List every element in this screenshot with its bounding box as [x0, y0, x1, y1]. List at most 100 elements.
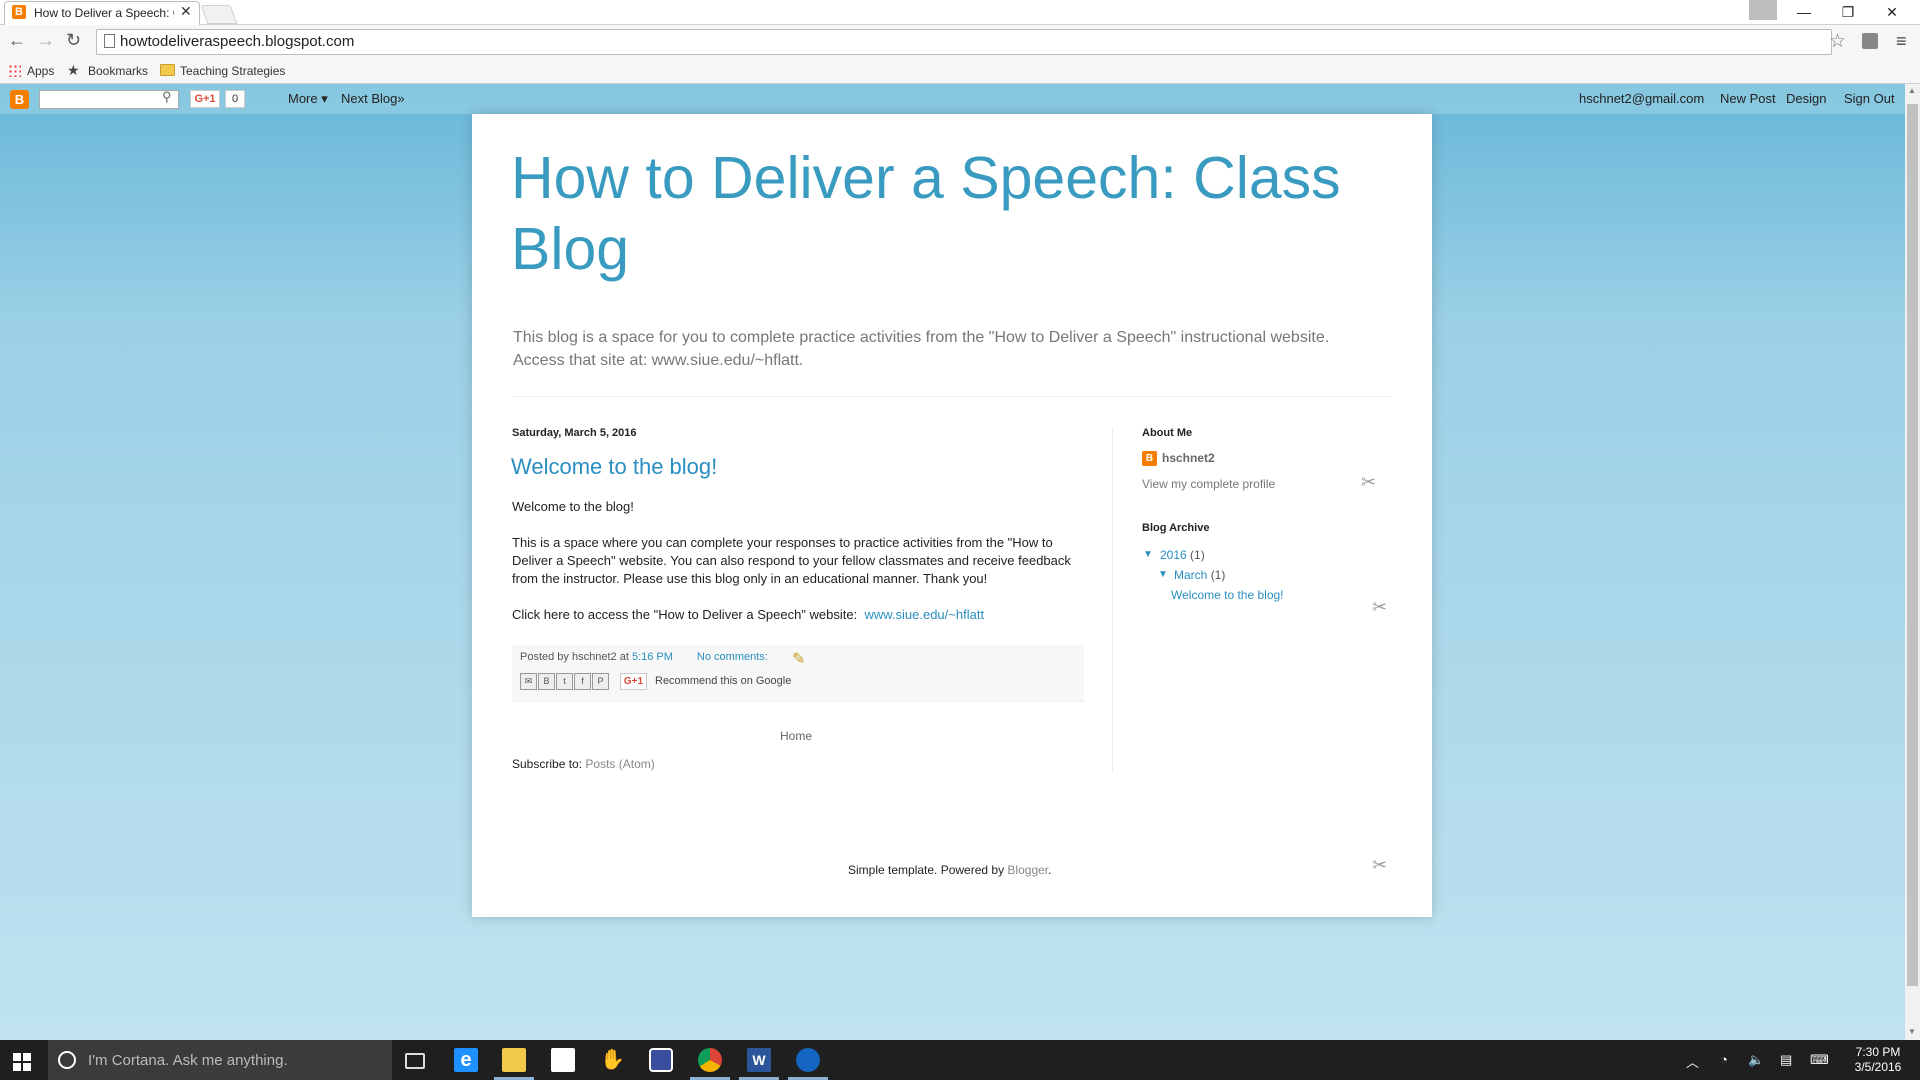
scroll-up-icon[interactable]: ▲	[1908, 86, 1916, 95]
keyboard-icon[interactable]: ⌨	[1810, 1052, 1829, 1068]
task-view-icon[interactable]	[405, 1053, 425, 1069]
word-icon[interactable]: W	[747, 1048, 771, 1072]
page-icon	[104, 34, 115, 48]
clock-time: 7:30 PM	[1855, 1045, 1901, 1059]
posted-by-label: Posted by	[520, 651, 569, 663]
blogger-favicon-icon: B	[12, 5, 26, 19]
action-center-icon[interactable]: ▤	[1780, 1052, 1792, 1068]
bookmarks-bar	[0, 59, 1920, 84]
tab-close-icon[interactable]: ✕	[180, 3, 192, 20]
bookmark-teaching-strategies[interactable]: Teaching Strategies	[180, 64, 285, 78]
recommend-text: Recommend this on Google	[655, 675, 792, 687]
bookmark-bookmarks[interactable]: Bookmarks	[88, 64, 148, 78]
footer-credits: Simple template. Powered by Blogger.	[848, 863, 1051, 877]
credits-period: .	[1048, 863, 1052, 877]
header-divider	[512, 396, 1392, 397]
posts-atom-link[interactable]: Posts (Atom)	[585, 757, 654, 771]
post-paragraph-1: Welcome to the blog!	[512, 499, 634, 514]
home-link[interactable]: Home	[780, 729, 812, 743]
edit-widget-tools-icon[interactable]: ✂	[1372, 855, 1387, 876]
hand-tool-icon[interactable]: ✋	[600, 1048, 625, 1072]
chrome-icon[interactable]	[698, 1048, 722, 1072]
show-hidden-icons[interactable]: ︿	[1686, 1052, 1699, 1071]
post-date: Saturday, March 5, 2016	[512, 427, 637, 439]
edge-icon[interactable]: e	[454, 1048, 478, 1072]
pinterest-share-icon[interactable]: P	[592, 673, 609, 690]
edit-pencil-icon[interactable]: ✎	[792, 649, 805, 669]
blog-title[interactable]: How to Deliver a Speech: Class Blog	[511, 143, 1391, 285]
new-tab-button[interactable]	[200, 5, 238, 24]
forward-arrow-icon[interactable]: →	[37, 30, 55, 51]
scrollbar-thumb[interactable]	[1907, 104, 1918, 986]
extension-icon[interactable]	[1862, 33, 1878, 49]
windows-start-icon[interactable]	[13, 1053, 31, 1071]
app-icon[interactable]	[649, 1048, 673, 1072]
profile-avatar-icon[interactable]	[1749, 0, 1777, 20]
archive-month[interactable]: March (1)	[1174, 568, 1225, 582]
share-gplus-button[interactable]: G+1	[620, 673, 647, 690]
post-paragraph-3: Click here to access the "How to Deliver…	[512, 606, 1092, 624]
blog-search-input[interactable]	[39, 90, 179, 109]
blog-description: This blog is a space for you to complete…	[513, 329, 1330, 369]
user-email[interactable]: hschnet2@gmail.com	[1579, 91, 1704, 106]
archive-month-link[interactable]: March	[1174, 568, 1207, 582]
site-link[interactable]: www.siue.edu/~hflatt	[864, 607, 984, 622]
bookmarks-star-icon: ★	[67, 62, 80, 78]
post-time-link[interactable]: 5:16 PM	[632, 651, 673, 663]
search-icon[interactable]: ⚲	[162, 89, 172, 105]
expand-year-icon[interactable]: ▼	[1143, 549, 1153, 560]
folder-icon	[160, 64, 175, 76]
gplus-button[interactable]: G+1	[190, 90, 220, 108]
bookmark-apps[interactable]: Apps	[27, 64, 54, 78]
clock-date: 3/5/2016	[1854, 1060, 1902, 1074]
volume-icon[interactable]: 🔈	[1748, 1052, 1764, 1068]
gplus-count: 0	[225, 90, 245, 108]
comments-link[interactable]: No comments:	[697, 651, 768, 663]
archive-year-count: (1)	[1190, 548, 1205, 562]
minimize-icon[interactable]: —	[1782, 0, 1826, 24]
cortana-placeholder[interactable]: I'm Cortana. Ask me anything.	[88, 1052, 288, 1069]
archive-year[interactable]: 2016 (1)	[1160, 548, 1205, 562]
scroll-down-icon[interactable]: ▼	[1908, 1027, 1916, 1036]
file-explorer-icon[interactable]	[502, 1048, 526, 1072]
edit-widget-tools-icon[interactable]: ✂	[1361, 472, 1376, 493]
subscribe-line: Subscribe to: Posts (Atom)	[512, 757, 655, 771]
window-close-icon[interactable]: ✕	[1870, 0, 1914, 24]
taskbar-clock[interactable]: 7:30 PM 3/5/2016	[1842, 1045, 1914, 1075]
reload-icon[interactable]: ↻	[66, 30, 81, 51]
view-profile-link[interactable]: View my complete profile	[1142, 477, 1275, 491]
cortana-icon[interactable]	[58, 1051, 76, 1069]
more-menu[interactable]: More ▾	[288, 91, 328, 107]
new-post-link[interactable]: New Post	[1720, 91, 1776, 106]
store-icon[interactable]	[551, 1048, 575, 1072]
at-label: at	[619, 651, 629, 663]
post-title[interactable]: Welcome to the blog!	[511, 454, 717, 480]
email-share-icon[interactable]: ✉	[520, 673, 537, 690]
post-author-link[interactable]: hschnet2	[572, 651, 617, 663]
address-bar[interactable]	[96, 29, 1832, 55]
subscribe-label: Subscribe to:	[512, 757, 583, 771]
profile-name-link[interactable]: hschnet2	[1162, 451, 1215, 465]
url-text[interactable]: howtodeliveraspeech.blogspot.com	[120, 33, 354, 50]
archive-post-link[interactable]: Welcome to the blog!	[1171, 588, 1284, 602]
chrome-menu-icon[interactable]: ≡	[1896, 31, 1907, 52]
expand-month-icon[interactable]: ▼	[1158, 569, 1168, 580]
design-link[interactable]: Design	[1786, 91, 1826, 106]
facebook-share-icon[interactable]: f	[574, 673, 591, 690]
app-swirl-icon[interactable]	[796, 1048, 820, 1072]
network-icon[interactable]: ◔	[1720, 1052, 1728, 1067]
blogthis-share-icon[interactable]: B	[538, 673, 555, 690]
edit-widget-tools-icon[interactable]: ✂	[1372, 597, 1387, 618]
back-arrow-icon[interactable]: ←	[8, 30, 26, 51]
twitter-share-icon[interactable]: t	[556, 673, 573, 690]
restore-icon[interactable]: ❐	[1826, 0, 1870, 24]
sign-out-link[interactable]: Sign Out	[1844, 91, 1895, 106]
next-blog-link[interactable]: Next Blog»	[341, 91, 405, 106]
apps-grid-icon[interactable]	[8, 64, 21, 77]
archive-year-link[interactable]: 2016	[1160, 548, 1187, 562]
bookmark-star-icon[interactable]: ☆	[1829, 30, 1846, 53]
blogger-link[interactable]: Blogger	[1007, 863, 1048, 877]
post-paragraph-2: This is a space where you can complete y…	[512, 535, 1071, 586]
blogger-logo-icon[interactable]: B	[10, 90, 29, 109]
post-paragraph-3-text: Click here to access the "How to Deliver…	[512, 607, 865, 622]
